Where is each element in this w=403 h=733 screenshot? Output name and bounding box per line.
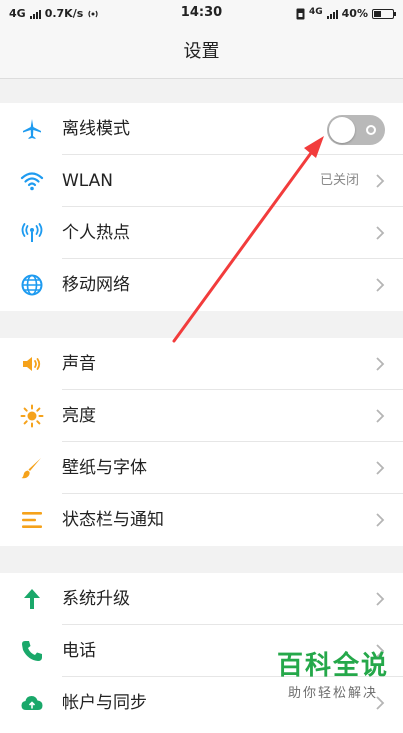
setting-sound[interactable]: 声音 bbox=[0, 338, 403, 390]
wlan-status-value: 已关闭 bbox=[319, 173, 359, 188]
phone-icon bbox=[22, 641, 42, 661]
airplane-mode-toggle[interactable] bbox=[327, 115, 385, 145]
brightness-icon bbox=[20, 404, 44, 428]
chevron-right-icon bbox=[376, 513, 385, 527]
chevron-right-icon bbox=[376, 461, 385, 475]
watermark-subtitle: 助你轻松解决 bbox=[287, 686, 378, 701]
chevron-right-icon bbox=[376, 226, 385, 240]
chevron-right-icon bbox=[376, 592, 385, 606]
globe-icon bbox=[21, 274, 43, 296]
airplane-icon bbox=[23, 119, 41, 139]
setting-label: WLAN bbox=[62, 171, 114, 191]
setting-label: 移动网络 bbox=[62, 275, 130, 295]
setting-label: 电话 bbox=[62, 641, 96, 661]
setting-wallpaper-font[interactable]: 壁纸与字体 bbox=[0, 442, 403, 494]
setting-mobile-network[interactable]: 移动网络 bbox=[0, 259, 403, 311]
cloud-icon bbox=[21, 696, 43, 710]
setting-label: 帐户与同步 bbox=[62, 693, 147, 713]
page-title: 设置 bbox=[0, 28, 403, 79]
setting-system-update[interactable]: 系统升级 bbox=[0, 573, 403, 625]
setting-label: 亮度 bbox=[62, 406, 96, 426]
wifi-icon bbox=[20, 172, 44, 191]
hotspot-icon bbox=[21, 223, 43, 242]
chevron-right-icon bbox=[376, 409, 385, 423]
settings-group-display: 声音 亮度 壁纸与字体 状态栏与通知 bbox=[0, 338, 403, 546]
setting-hotspot[interactable]: 个人热点 bbox=[0, 207, 403, 259]
setting-statusbar-notifications[interactable]: 状态栏与通知 bbox=[0, 494, 403, 546]
network-type-right: 4G bbox=[309, 6, 323, 17]
setting-label: 状态栏与通知 bbox=[62, 510, 164, 530]
speaker-icon bbox=[23, 357, 41, 371]
brush-icon bbox=[21, 458, 41, 479]
battery-icon bbox=[372, 8, 396, 19]
setting-label: 系统升级 bbox=[62, 589, 130, 609]
chevron-right-icon bbox=[376, 174, 385, 188]
watermark: 百科全说 助你轻松解决 bbox=[277, 645, 389, 701]
signal-icon-right bbox=[326, 9, 338, 19]
toggle-knob bbox=[329, 117, 355, 143]
setting-airplane-mode[interactable]: 离线模式 bbox=[0, 103, 403, 155]
setting-label: 个人热点 bbox=[62, 223, 130, 243]
setting-label: 声音 bbox=[62, 354, 96, 374]
arrow-up-icon bbox=[24, 589, 40, 609]
status-bar: 4G 0.7K/s 14:30 4G 40% bbox=[0, 0, 403, 28]
chevron-right-icon bbox=[376, 278, 385, 292]
battery-percent: 40% bbox=[341, 7, 368, 20]
chevron-right-icon bbox=[376, 357, 385, 371]
status-right: 4G 40% bbox=[296, 6, 396, 20]
sim-icon bbox=[296, 8, 305, 19]
setting-brightness[interactable]: 亮度 bbox=[0, 390, 403, 442]
list-icon bbox=[22, 512, 42, 528]
setting-wlan[interactable]: WLAN 已关闭 bbox=[0, 155, 403, 207]
settings-group-network: 离线模式 WLAN 已关闭 个人热点 移动网络 bbox=[0, 103, 403, 311]
setting-label: 壁纸与字体 bbox=[62, 458, 147, 478]
toggle-off-indicator bbox=[366, 125, 376, 135]
watermark-title: 百科全说 bbox=[276, 651, 389, 681]
setting-label: 离线模式 bbox=[62, 119, 130, 139]
